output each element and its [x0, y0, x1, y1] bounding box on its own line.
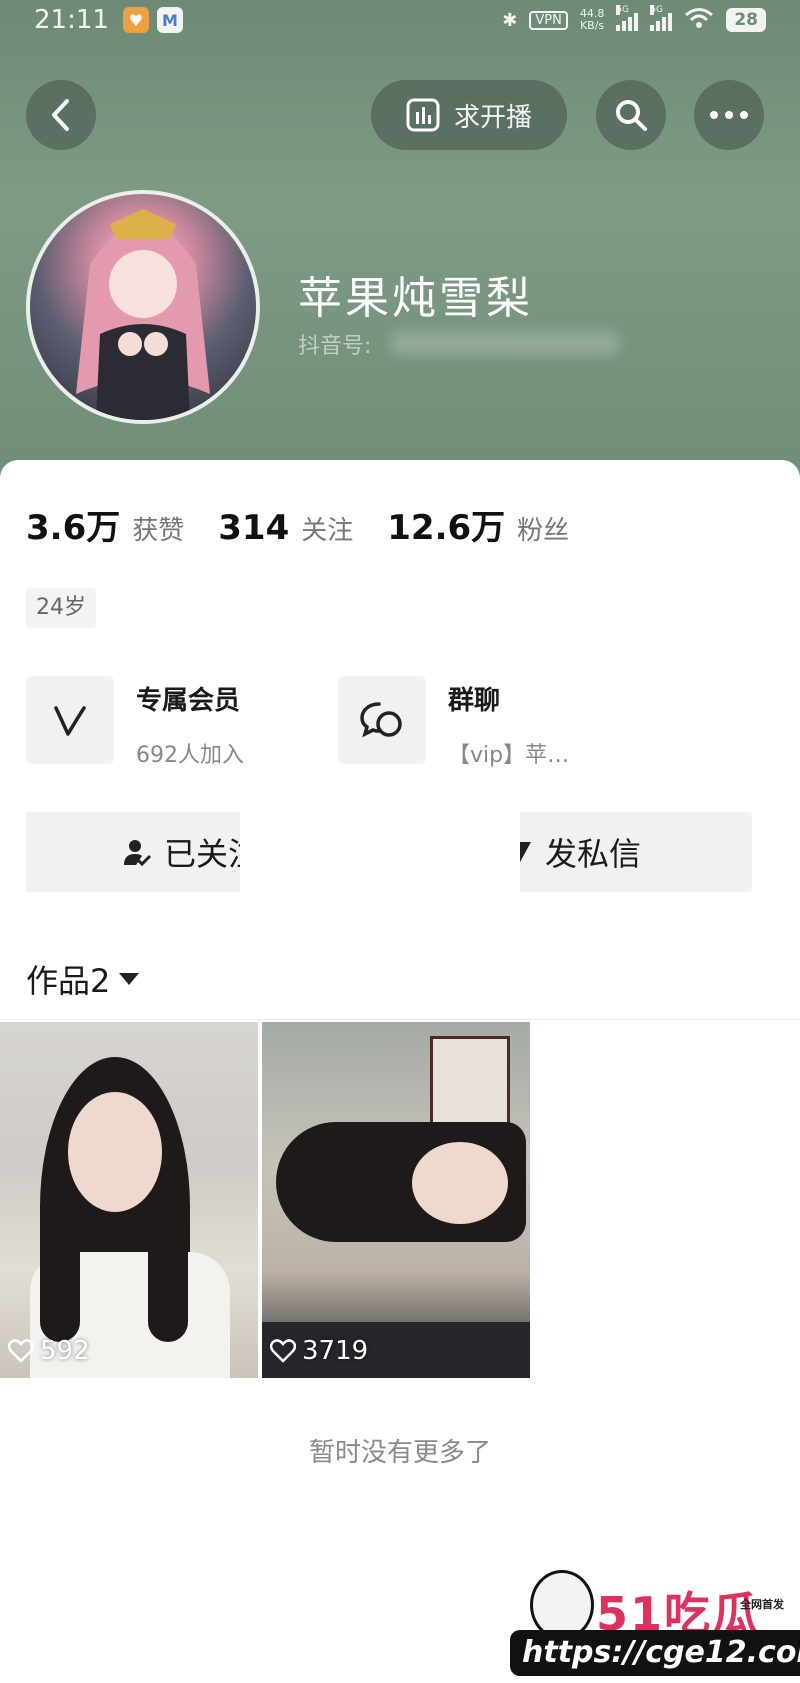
heart-outline-icon	[270, 1339, 296, 1363]
redacted-area	[240, 800, 520, 900]
membership-title: 专属会员	[136, 686, 241, 716]
works-title-label: 作品2	[26, 962, 111, 1000]
chat-bubbles-icon	[338, 676, 426, 764]
group-chat-subtitle: 【vip】苹…	[448, 743, 570, 768]
watermark-subtitle: 全网首发	[740, 1598, 784, 1611]
back-button[interactable]	[26, 80, 96, 150]
vpn-badge: VPN	[529, 10, 568, 30]
status-bar: 21:11 ♥ M ✱ VPN 44.8 KB/s 5G 5G 28	[0, 0, 800, 40]
membership-subtitle: 692人加入	[136, 743, 244, 768]
works-tab[interactable]: 作品2	[26, 956, 140, 1002]
stat-followers[interactable]: 12.6万 粉丝	[387, 500, 569, 549]
no-more-content: 暂时没有更多了	[308, 1438, 491, 1468]
more-button[interactable]	[694, 80, 764, 150]
network-speed: 44.8 KB/s	[579, 7, 605, 32]
video-likes: 3719	[270, 1336, 368, 1366]
membership-entry[interactable]: 专属会员 692人加入	[26, 676, 244, 769]
signal-icon-2: 5G	[650, 5, 673, 31]
caret-down-icon	[119, 973, 140, 985]
bluetooth-icon: ✱	[502, 9, 518, 31]
send-message-label: 发私信	[544, 835, 641, 873]
stat-likes[interactable]: 3.6万 获赞	[26, 500, 184, 549]
heart-outline-icon	[8, 1339, 34, 1363]
membership-v-icon	[26, 676, 114, 764]
group-chat-title: 群聊	[448, 686, 501, 716]
signal-icon: 5G	[616, 5, 639, 31]
request-live-button[interactable]: 求开播	[371, 80, 567, 150]
status-time: 21:11	[34, 5, 109, 35]
watermark-url: https://cge12.com	[510, 1630, 800, 1676]
search-icon	[616, 100, 647, 131]
douyin-id-label: 抖音号:	[298, 334, 372, 359]
group-chat-entry[interactable]: 群聊 【vip】苹…	[338, 676, 569, 769]
chevron-left-icon	[52, 99, 69, 131]
chart-bars-icon	[406, 98, 440, 132]
profile-avatar[interactable]	[26, 190, 260, 424]
app-notification-icon: ♥	[122, 7, 149, 33]
video-thumbnail[interactable]: 3719	[262, 1022, 530, 1378]
request-live-label: 求开播	[453, 102, 532, 133]
douyin-id-redacted	[390, 330, 620, 356]
site-watermark: 51吃瓜 全网首发 https://cge12.com	[510, 1570, 800, 1683]
profile-stats: 3.6万 获赞 314 关注 12.6万 粉丝	[26, 500, 603, 549]
more-dots-icon	[710, 111, 748, 119]
battery-indicator: 28	[726, 8, 766, 32]
wifi-icon	[684, 7, 714, 33]
video-likes: 592	[8, 1336, 90, 1366]
video-thumbnail[interactable]: 592	[0, 1022, 258, 1378]
avatar-illustration	[76, 209, 210, 420]
search-button[interactable]	[596, 80, 666, 150]
user-check-icon	[123, 840, 152, 867]
works-divider	[0, 1019, 800, 1020]
stat-following[interactable]: 314 关注	[218, 508, 353, 548]
age-tag: 24岁	[26, 588, 96, 628]
mail-app-icon: M	[156, 7, 183, 33]
profile-name: 苹果炖雪梨	[298, 273, 533, 324]
